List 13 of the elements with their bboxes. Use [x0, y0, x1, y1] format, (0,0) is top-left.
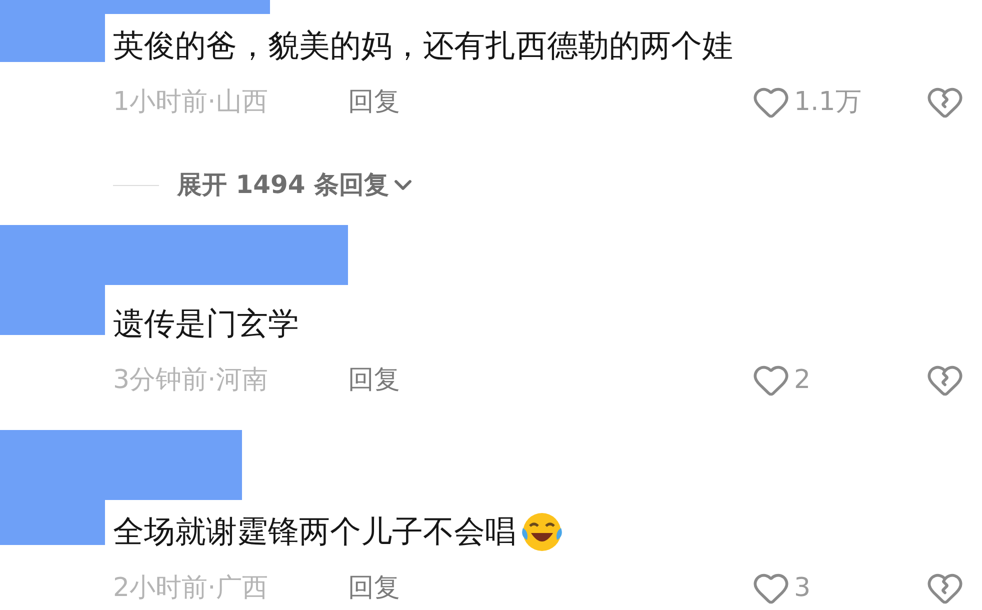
like-button[interactable]: 2	[752, 360, 902, 400]
expand-replies-button[interactable]: 展开 1494 条回复	[177, 166, 417, 204]
reply-link[interactable]: 回复	[348, 82, 400, 122]
like-button[interactable]: 3	[752, 568, 902, 608]
reply-link[interactable]: 回复	[348, 360, 400, 400]
reply-link[interactable]: 回复	[348, 568, 400, 608]
comment-time-location: 2小时前·广西	[113, 572, 269, 604]
like-button[interactable]: 1.1万	[752, 82, 902, 122]
comment-time-location: 3分钟前·河南	[113, 364, 269, 396]
comment-text: 英俊的爸，貌美的妈，还有扎西德勒的两个娃	[113, 27, 733, 66]
comment-text: 遗传是门玄学	[113, 305, 299, 344]
comment-text: 全场就谢霆锋两个儿子不会唱	[113, 513, 516, 552]
comment-time-location: 1小时前·山西	[113, 86, 269, 118]
